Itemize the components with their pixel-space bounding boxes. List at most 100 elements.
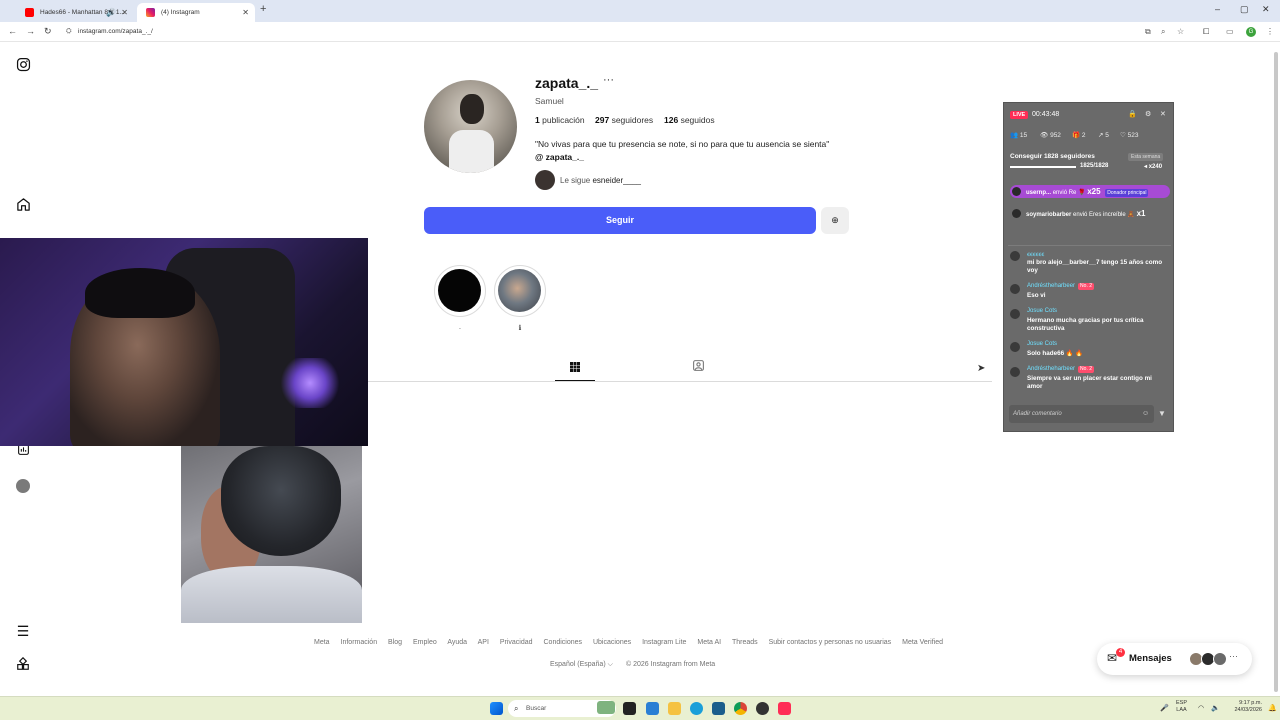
- home-icon[interactable]: [14, 197, 32, 215]
- browser-tab-youtube[interactable]: Hades66 - Manhattan 8 X 1... 🔊 ✕: [16, 3, 134, 22]
- install-app-icon[interactable]: ⧉: [1145, 27, 1151, 37]
- commenter-avatar: [1010, 284, 1020, 294]
- bookmark-star-icon[interactable]: ☆: [1177, 27, 1184, 36]
- chrome-icon[interactable]: [734, 702, 747, 715]
- speaker-icon[interactable]: 🔊: [106, 3, 116, 22]
- footer-link[interactable]: Meta: [314, 639, 330, 646]
- footer-link[interactable]: Empleo: [413, 639, 437, 646]
- more-options-button[interactable]: ···: [603, 74, 614, 86]
- lock-icon[interactable]: 🔒: [1128, 110, 1137, 118]
- task-view-icon[interactable]: [623, 702, 636, 715]
- following-count: 126: [664, 115, 679, 125]
- follow-button[interactable]: Seguir: [424, 207, 816, 234]
- close-window-button[interactable]: ✕: [1262, 4, 1270, 15]
- also-from-meta-icon[interactable]: [14, 656, 32, 675]
- gift-multiplier: x1: [1136, 209, 1146, 218]
- filter-icon[interactable]: ▼: [1158, 409, 1166, 418]
- viewers-stat: 👥 15: [1010, 131, 1027, 139]
- footer-link[interactable]: Ayuda: [447, 639, 467, 646]
- footer-link[interactable]: API: [478, 639, 489, 646]
- posts-stat: 1 publicación: [535, 115, 585, 125]
- emoji-icon[interactable]: ☺: [1142, 410, 1149, 417]
- gift-icon: 🎁: [1072, 132, 1081, 139]
- minimize-button[interactable]: –: [1215, 4, 1220, 14]
- maximize-button[interactable]: ▢: [1240, 4, 1249, 15]
- footer-link[interactable]: Condiciones: [544, 639, 583, 646]
- mutual-follower-avatar[interactable]: [535, 170, 555, 190]
- close-tab-icon[interactable]: ✕: [121, 3, 128, 22]
- overlay-divider: [1008, 245, 1171, 246]
- keyboard-language[interactable]: ESP LAA: [1176, 700, 1187, 714]
- commenter-line: Andréstheharbeer No. 2: [1027, 366, 1094, 373]
- footer-link[interactable]: Threads: [732, 639, 758, 646]
- instagram-icon[interactable]: [14, 57, 32, 75]
- obs-icon[interactable]: [756, 702, 769, 715]
- messages-button[interactable]: ✉ 4 Mensajes ···: [1097, 643, 1252, 675]
- widgets-icon[interactable]: [646, 702, 659, 715]
- threads-link[interactable]: @ zapata_._: [535, 152, 584, 162]
- clock-date: 24/03/2026: [1234, 707, 1262, 713]
- language-selector[interactable]: Español (España) ⌵: [550, 661, 613, 669]
- browser-tab-instagram[interactable]: (4) Instagram ✕: [137, 3, 255, 22]
- footer-link[interactable]: Información: [341, 639, 378, 646]
- volume-icon[interactable]: 🔈: [1211, 704, 1220, 712]
- apps-glyph: [17, 656, 29, 670]
- extensions-icon[interactable]: ⧠: [1203, 27, 1209, 37]
- wifi-icon[interactable]: ◠: [1198, 704, 1204, 712]
- messages-label: Mensajes: [1129, 653, 1172, 664]
- notifications-icon[interactable]: 🔔: [1268, 704, 1277, 712]
- gifts-count: 2: [1081, 132, 1086, 139]
- close-icon[interactable]: ✕: [1160, 110, 1166, 118]
- footer-link[interactable]: Ubicaciones: [593, 639, 631, 646]
- commenter-avatar: [1010, 251, 1020, 261]
- page-scrollbar[interactable]: [1274, 52, 1278, 692]
- menu-icon[interactable]: ☰: [14, 622, 32, 640]
- footer-link[interactable]: Instagram Lite: [642, 639, 686, 646]
- back-icon[interactable]: ←: [8, 26, 17, 36]
- footer-link[interactable]: Privacidad: [500, 639, 533, 646]
- following-stat[interactable]: 126 seguidos: [664, 115, 715, 125]
- footer-link[interactable]: Blog: [388, 639, 402, 646]
- edge-icon[interactable]: [690, 702, 703, 715]
- followers-stat[interactable]: 297 seguidores: [595, 115, 653, 125]
- system-clock[interactable]: 9:17 p.m. 24/03/2026: [1232, 700, 1262, 714]
- story-highlight[interactable]: [434, 265, 486, 317]
- goal-progress-bar: [1010, 166, 1076, 168]
- zoom-icon[interactable]: ⌕: [1161, 27, 1165, 37]
- followed-by-text[interactable]: Le sigue esneider____: [560, 176, 641, 185]
- reload-icon[interactable]: ↻: [44, 26, 52, 37]
- comment-input[interactable]: Añadir comentario: [1009, 405, 1154, 423]
- suggested-accounts-button[interactable]: ⊕: [821, 207, 849, 234]
- windows-start-icon[interactable]: [490, 702, 503, 715]
- views-count: 952: [1050, 132, 1061, 139]
- tiktok-live-icon[interactable]: [778, 702, 791, 715]
- file-explorer-icon[interactable]: [668, 702, 681, 715]
- settings-icon[interactable]: ⚙: [1145, 110, 1151, 118]
- goal-title: Conseguir 1828 seguidores: [1010, 153, 1095, 160]
- browser-profile-avatar[interactable]: G: [1246, 27, 1256, 37]
- url-field[interactable]: ⛭ instagram.com/zapata_._/: [62, 25, 1132, 39]
- footer-link[interactable]: Meta Verified: [902, 639, 943, 646]
- gifter-avatar: [1012, 187, 1021, 196]
- footer-link[interactable]: Meta AI: [697, 639, 721, 646]
- highlight-label: .: [459, 324, 461, 331]
- new-tab-button[interactable]: +: [260, 3, 266, 15]
- profile-avatar[interactable]: [424, 80, 517, 173]
- tab-tagged[interactable]: [688, 357, 708, 379]
- store-icon[interactable]: [712, 702, 725, 715]
- footer-link[interactable]: Subir contactos y personas no usuarias: [769, 639, 892, 646]
- story-highlight[interactable]: [494, 265, 546, 317]
- browser-menu-icon[interactable]: ⋮: [1266, 27, 1274, 36]
- eye-icon: 👁: [1040, 132, 1049, 139]
- close-tab-icon[interactable]: ✕: [242, 3, 249, 22]
- microphone-icon[interactable]: 🎤: [1160, 704, 1169, 712]
- highlight-cover: [438, 269, 481, 312]
- highlight-cover: [498, 269, 541, 312]
- profile-avatar-icon[interactable]: [14, 477, 32, 495]
- people-icon: 👥: [1010, 132, 1019, 139]
- sidebar-icon[interactable]: ▭: [1226, 27, 1234, 36]
- forward-icon[interactable]: →: [26, 26, 35, 36]
- site-info-icon[interactable]: ⛭: [66, 25, 72, 39]
- mouse-cursor-icon: ➤: [977, 363, 986, 374]
- tab-posts[interactable]: [555, 357, 595, 381]
